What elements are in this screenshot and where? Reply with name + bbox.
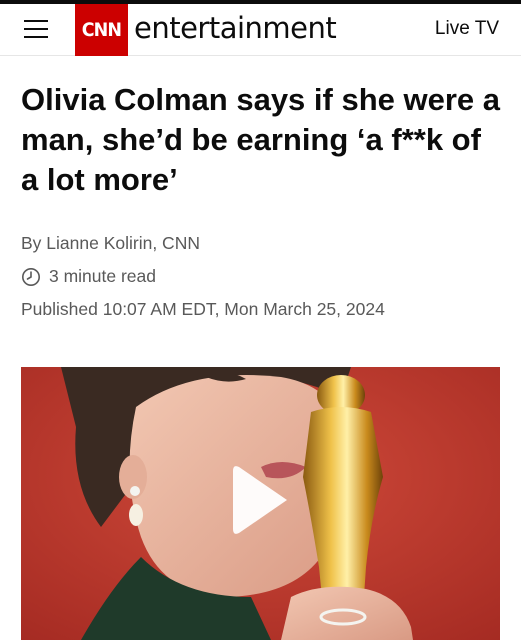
published-timestamp: Published 10:07 AM EDT, Mon March 25, 20… [21, 299, 385, 319]
read-time-text: 3 minute read [49, 266, 157, 286]
section-name[interactable]: entertainment [134, 11, 337, 45]
headline: Olivia Colman says if she were a man, sh… [21, 82, 501, 197]
cnn-logo[interactable]: CNN [75, 4, 128, 56]
play-icon[interactable] [231, 463, 291, 537]
byline[interactable]: By Lianne Kolirin, CNN [21, 233, 200, 254]
read-time: 3 minute read [21, 266, 156, 287]
live-tv-link[interactable]: Live TV [435, 18, 499, 40]
clock-icon [22, 267, 40, 286]
cnn-logo-text: CNN [81, 19, 122, 41]
hamburger-menu-icon[interactable] [24, 16, 50, 42]
site-header: CNN entertainment Live TV [0, 4, 521, 56]
